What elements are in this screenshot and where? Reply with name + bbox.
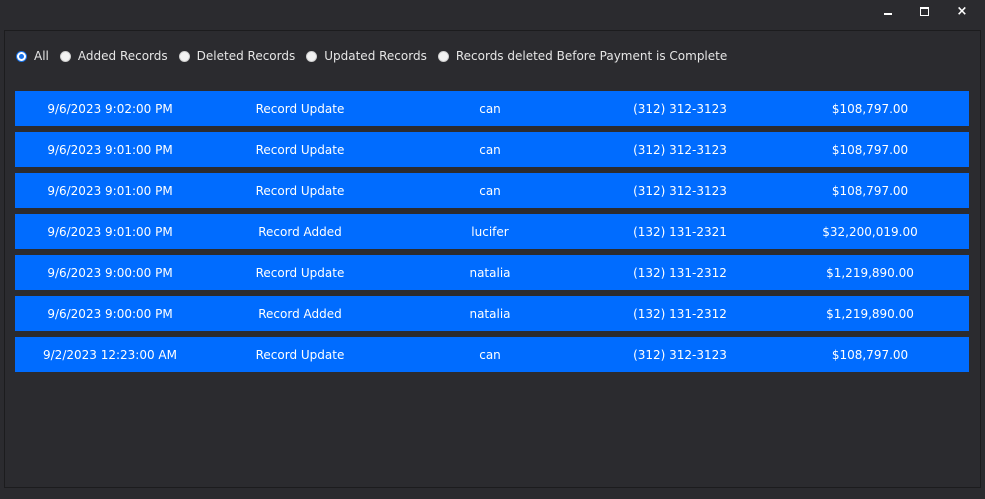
- record-date: 9/6/2023 9:00:00 PM: [47, 265, 173, 280]
- record-action: Record Update: [255, 347, 345, 362]
- filter-deleted-records[interactable]: Deleted Records: [178, 49, 296, 63]
- record-row[interactable]: 9/6/2023 9:02:00 PM Record Update can (3…: [15, 91, 969, 126]
- radio-button-icon[interactable]: [59, 50, 71, 62]
- record-amount: $1,219,890.00: [826, 265, 914, 280]
- minimize-icon: [884, 13, 892, 15]
- record-row[interactable]: 9/6/2023 9:01:00 PM Record Added lucifer…: [15, 214, 969, 249]
- record-date: 9/6/2023 9:02:00 PM: [47, 101, 173, 116]
- record-action: Record Update: [255, 101, 345, 116]
- filter-deleted-label: Deleted Records: [196, 49, 296, 63]
- record-row[interactable]: 9/6/2023 9:00:00 PM Record Update natali…: [15, 255, 969, 290]
- record-name: can: [479, 347, 501, 362]
- filter-updated-records[interactable]: Updated Records: [306, 49, 427, 63]
- record-date: 9/6/2023 9:01:00 PM: [47, 224, 173, 239]
- record-amount: $108,797.00: [831, 142, 909, 157]
- close-button[interactable]: ×: [944, 0, 980, 22]
- record-action: Record Update: [255, 142, 345, 157]
- filter-all-label: All: [34, 49, 49, 63]
- record-name: can: [479, 183, 501, 198]
- record-action: Record Update: [255, 183, 345, 198]
- record-amount: $108,797.00: [831, 347, 909, 362]
- radio-button-checked-icon[interactable]: [16, 50, 27, 62]
- record-amount: $1,219,890.00: [826, 306, 914, 321]
- record-name: natalia: [469, 265, 511, 280]
- record-action: Record Update: [255, 265, 345, 280]
- filter-updated-label: Updated Records: [324, 49, 427, 63]
- bottom-edge: [0, 490, 985, 499]
- record-name: can: [479, 142, 501, 157]
- record-filter-group: All Added Records Deleted Records Update…: [16, 47, 738, 65]
- radio-button-icon[interactable]: [437, 50, 449, 62]
- record-phone: (312) 312-3123: [633, 183, 727, 198]
- radio-button-icon[interactable]: [178, 50, 190, 62]
- record-phone: (312) 312-3123: [633, 142, 727, 157]
- record-date: 9/2/2023 12:23:00 AM: [43, 347, 177, 362]
- filter-added-label: Added Records: [77, 49, 168, 63]
- maximize-icon: [919, 6, 929, 16]
- record-phone: (132) 131-2321: [633, 224, 727, 239]
- record-row[interactable]: 9/6/2023 9:00:00 PM Record Added natalia…: [15, 296, 969, 331]
- record-amount: $108,797.00: [831, 183, 909, 198]
- filter-deleted-before-payment[interactable]: Records deleted Before Payment is Comple…: [437, 49, 728, 63]
- record-action: Record Added: [258, 224, 342, 239]
- filter-added-records[interactable]: Added Records: [59, 49, 168, 63]
- filter-all[interactable]: All: [16, 49, 49, 63]
- record-name: can: [479, 101, 501, 116]
- record-row[interactable]: 9/6/2023 9:01:00 PM Record Update can (3…: [15, 173, 969, 208]
- record-date: 9/6/2023 9:01:00 PM: [47, 183, 173, 198]
- radio-button-icon[interactable]: [306, 50, 318, 62]
- records-list: 9/6/2023 9:02:00 PM Record Update can (3…: [15, 91, 969, 378]
- record-phone: (132) 131-2312: [633, 306, 727, 321]
- record-phone: (312) 312-3123: [633, 347, 727, 362]
- record-amount: $108,797.00: [831, 101, 909, 116]
- title-bar: ×: [0, 0, 985, 24]
- record-date: 9/6/2023 9:00:00 PM: [47, 306, 173, 321]
- record-row[interactable]: 9/6/2023 9:01:00 PM Record Update can (3…: [15, 132, 969, 167]
- record-date: 9/6/2023 9:01:00 PM: [47, 142, 173, 157]
- record-name: lucifer: [471, 224, 509, 239]
- record-name: natalia: [469, 306, 511, 321]
- filter-deleted-before-payment-label: Records deleted Before Payment is Comple…: [455, 49, 728, 63]
- record-phone: (132) 131-2312: [633, 265, 727, 280]
- record-phone: (312) 312-3123: [633, 101, 727, 116]
- close-icon: ×: [956, 3, 968, 19]
- record-amount: $32,200,019.00: [822, 224, 918, 239]
- record-action: Record Added: [258, 306, 342, 321]
- record-row[interactable]: 9/2/2023 12:23:00 AM Record Update can (…: [15, 337, 969, 372]
- minimize-button[interactable]: [870, 0, 906, 22]
- maximize-button[interactable]: [906, 0, 942, 22]
- app-window: × All Added Records Deleted Records Upda…: [0, 0, 985, 499]
